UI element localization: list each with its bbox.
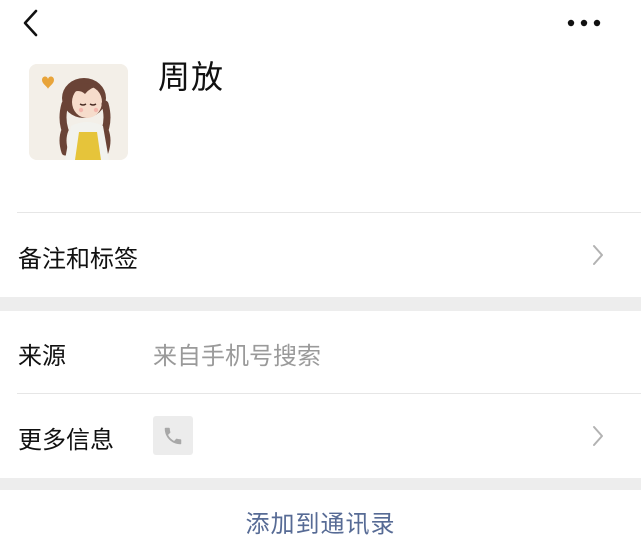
chevron-right-icon (588, 241, 608, 269)
source-label: 来源 (18, 342, 66, 370)
remark-tags-label: 备注和标签 (18, 245, 138, 273)
more-options-button[interactable] (556, 8, 612, 38)
chevron-right-icon (588, 422, 608, 450)
phone-icon (153, 416, 193, 455)
back-arrow-icon (23, 9, 38, 37)
remark-tags-row[interactable]: 备注和标签 (0, 213, 641, 297)
more-info-row[interactable]: 更多信息 (0, 394, 641, 478)
more-info-label: 更多信息 (18, 426, 114, 454)
contact-name: 周放 (158, 58, 225, 96)
top-bar (0, 0, 641, 48)
more-dots-icon (567, 19, 601, 27)
section-separator (0, 297, 641, 311)
avatar[interactable] (29, 64, 128, 160)
section-separator (0, 478, 641, 490)
avatar-illustration (29, 64, 128, 160)
back-button[interactable] (14, 4, 48, 42)
add-to-contacts-label: 添加到通讯录 (245, 509, 396, 538)
source-row: 来源 来自手机号搜索 (0, 311, 641, 393)
add-to-contacts-button[interactable]: 添加到通讯录 (0, 490, 641, 552)
profile-header: 周放 (0, 48, 641, 212)
source-value: 来自手机号搜索 (153, 342, 321, 370)
